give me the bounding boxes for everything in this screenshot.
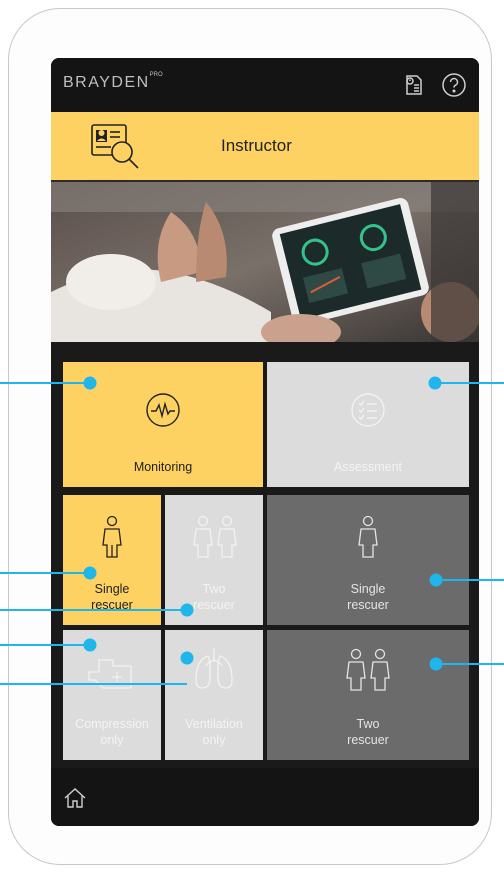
role-banner: Instructor: [51, 112, 479, 182]
monitoring-tile[interactable]: Monitoring: [63, 362, 263, 487]
two-rescuer-assessment-tile[interactable]: Two rescuer: [267, 630, 469, 760]
single-rescuer-assessment-tile[interactable]: Single rescuer: [267, 495, 469, 625]
cpr-training-photo: [51, 182, 479, 342]
app-screen: BRAYDENPRO Instructor Monitoring Assessm…: [51, 58, 479, 826]
checklist-icon: [350, 392, 386, 433]
bottom-bar: [51, 770, 479, 826]
lungs-icon: [192, 646, 236, 697]
home-icon[interactable]: [63, 786, 87, 810]
monitoring-label: Monitoring: [133, 460, 193, 474]
brand-logo-text: BRAYDEN: [63, 74, 150, 91]
brand-logo: BRAYDENPRO: [63, 72, 163, 92]
two-people-icon: [344, 648, 392, 697]
two-people-icon: [191, 515, 239, 564]
ventilation-only-tile[interactable]: Ventilation only: [165, 630, 263, 760]
brand-logo-badge: PRO: [149, 72, 163, 78]
single-rescuer-label: Single rescuer: [91, 582, 133, 612]
compression-only-tile[interactable]: Compression only: [63, 630, 161, 760]
single-rescuer-tile[interactable]: Single rescuer: [63, 495, 161, 625]
help-icon[interactable]: [441, 72, 467, 98]
person-icon: [99, 515, 125, 564]
ventilation-only-label: Ventilation only: [185, 717, 243, 747]
person-icon: [355, 515, 381, 564]
manual-icon[interactable]: [401, 72, 427, 98]
compression-only-label: Compression only: [75, 717, 149, 747]
two-rescuer-label: Two rescuer: [193, 582, 235, 612]
user-search-icon: [89, 122, 145, 170]
top-bar: BRAYDENPRO: [51, 58, 479, 112]
two-rescuer-tile[interactable]: Two rescuer: [165, 495, 263, 625]
heartbeat-icon: [145, 392, 181, 433]
compression-icon: [87, 650, 139, 699]
assessment-tile[interactable]: Assessment: [267, 362, 469, 487]
page-title: Instructor: [221, 136, 292, 155]
single-rescuer-assessment-label: Single rescuer: [347, 582, 389, 612]
two-rescuer-assessment-label: Two rescuer: [347, 717, 389, 747]
assessment-label: Assessment: [333, 460, 403, 474]
